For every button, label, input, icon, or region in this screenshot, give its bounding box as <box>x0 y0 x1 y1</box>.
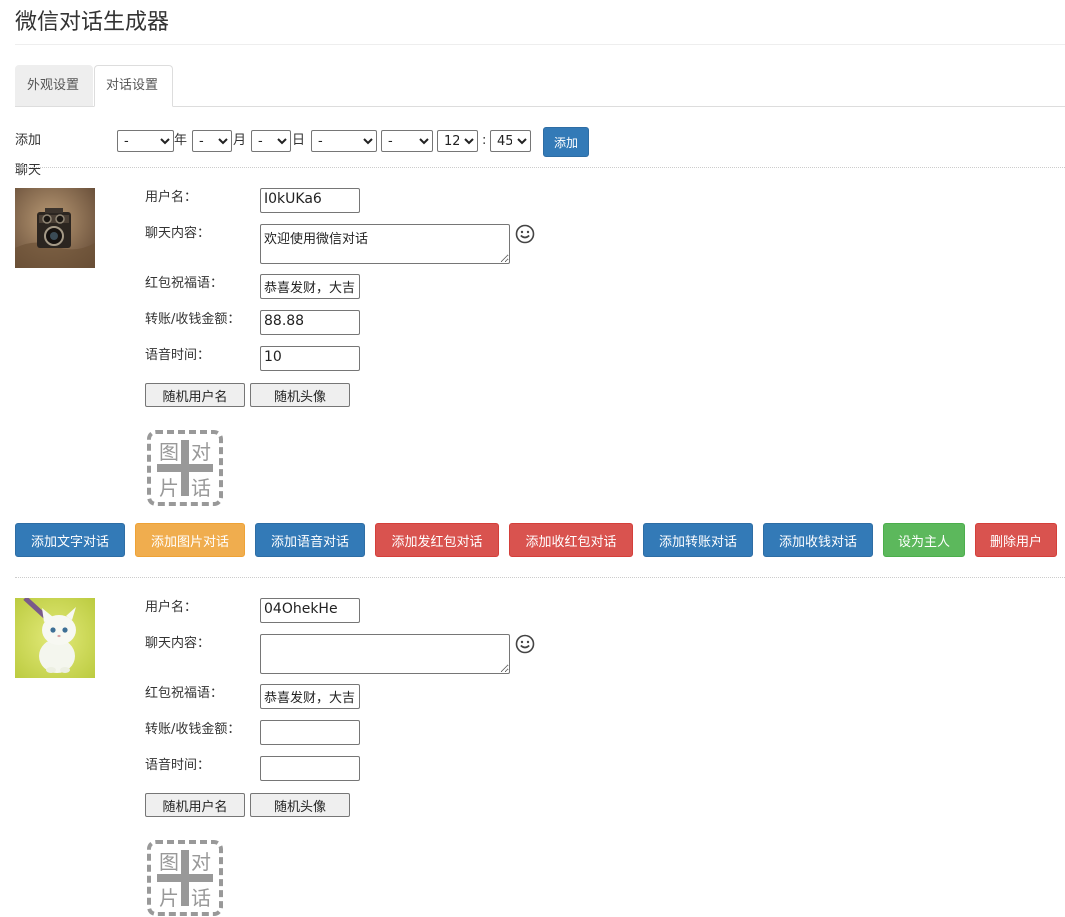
section-divider <box>15 167 1065 168</box>
username-label: 用户名： <box>145 600 198 615</box>
add-image-dialog-placeholder[interactable]: 图 对 片 话 <box>147 840 223 916</box>
camera-photo-icon <box>15 188 95 268</box>
tab-appearance[interactable]: 外观设置 <box>15 65 93 106</box>
minute-select[interactable]: 45 <box>490 130 531 152</box>
chat-content-textarea[interactable] <box>260 634 510 674</box>
user-card: 用户名： 04OhekHe 聊天内容： 红包祝福语： 恭喜发财，大吉 转账/收钱… <box>0 598 1065 917</box>
redpacket-blessing-input[interactable]: 恭喜发财，大吉 <box>260 684 360 709</box>
username-input[interactable]: I0kUKa6 <box>260 188 360 213</box>
random-username-button[interactable]: 随机用户名 <box>145 793 245 817</box>
redpacket-blessing-label: 红包祝福语： <box>145 686 224 701</box>
add-transfer-dialog-button[interactable]: 添加转账对话 <box>643 523 753 557</box>
add-time-button[interactable]: 添加 <box>543 127 589 157</box>
white-kitten-photo-icon <box>15 598 95 678</box>
random-avatar-button[interactable]: 随机头像 <box>250 383 350 407</box>
user-card: 用户名： I0kUKa6 聊天内容： 欢迎使用微信对话 红包祝福语： 恭喜发财，… <box>0 188 1065 508</box>
page: 微信对话生成器 外观设置 对话设置 添加聊天时间： - 年 - 月 - 日 - … <box>0 0 1065 917</box>
voice-duration-input[interactable]: 10 <box>260 346 360 371</box>
year-unit: 年 <box>174 133 188 148</box>
chat-content-label: 聊天内容： <box>145 636 211 651</box>
transfer-amount-input[interactable]: 88.88 <box>260 310 360 335</box>
emoji-icon[interactable] <box>515 634 535 654</box>
placeholder-char: 对 <box>191 850 211 874</box>
add-send-redpacket-button[interactable]: 添加发红包对话 <box>375 523 499 557</box>
voice-duration-input[interactable] <box>260 756 360 781</box>
year-select[interactable]: - <box>117 130 174 152</box>
add-receive-money-button[interactable]: 添加收钱对话 <box>763 523 873 557</box>
avatar[interactable] <box>15 598 95 678</box>
tab-dialog-settings[interactable]: 对话设置 <box>94 65 173 107</box>
placeholder-char: 对 <box>191 440 211 464</box>
day-select[interactable]: - <box>251 130 291 152</box>
username-input[interactable]: 04OhekHe <box>260 598 360 623</box>
add-image-dialog-button[interactable]: 添加图片对话 <box>135 523 245 557</box>
chat-content-label: 聊天内容： <box>145 226 211 241</box>
section-divider <box>15 577 1065 578</box>
add-text-dialog-button[interactable]: 添加文字对话 <box>15 523 125 557</box>
placeholder-char: 片 <box>159 886 179 910</box>
month-select[interactable]: - <box>192 130 232 152</box>
transfer-amount-input[interactable] <box>260 720 360 745</box>
add-voice-dialog-button[interactable]: 添加语音对话 <box>255 523 365 557</box>
add-image-dialog-placeholder[interactable]: 图 对 片 话 <box>147 430 223 506</box>
avatar[interactable] <box>15 188 95 268</box>
transfer-amount-label: 转账/收钱金额： <box>145 722 241 737</box>
transfer-amount-label: 转账/收钱金额： <box>145 312 241 327</box>
voice-duration-label: 语音时间： <box>145 348 211 363</box>
username-label: 用户名： <box>145 190 198 205</box>
time-colon: : <box>482 133 487 148</box>
placeholder-char: 片 <box>159 476 179 500</box>
title-divider <box>15 44 1065 45</box>
emoji-icon[interactable] <box>515 224 535 244</box>
page-title: 微信对话生成器 <box>15 10 170 35</box>
set-host-button[interactable]: 设为主人 <box>883 523 965 557</box>
weekday-select[interactable]: - <box>311 130 377 152</box>
placeholder-char: 图 <box>159 850 179 874</box>
add-receive-redpacket-button[interactable]: 添加收红包对话 <box>509 523 633 557</box>
period-select[interactable]: - <box>381 130 433 152</box>
delete-user-button[interactable]: 删除用户 <box>975 523 1057 557</box>
hour-select[interactable]: 12 <box>437 130 478 152</box>
redpacket-blessing-label: 红包祝福语： <box>145 276 224 291</box>
voice-duration-label: 语音时间： <box>145 758 211 773</box>
placeholder-char: 图 <box>159 440 179 464</box>
placeholder-char: 话 <box>191 476 211 500</box>
placeholder-char: 话 <box>191 886 211 910</box>
random-username-button[interactable]: 随机用户名 <box>145 383 245 407</box>
random-avatar-button[interactable]: 随机头像 <box>250 793 350 817</box>
day-unit: 日 <box>292 133 306 148</box>
month-unit: 月 <box>233 133 247 148</box>
chat-content-textarea[interactable]: 欢迎使用微信对话 <box>260 224 510 264</box>
redpacket-blessing-input[interactable]: 恭喜发财，大吉 <box>260 274 360 299</box>
